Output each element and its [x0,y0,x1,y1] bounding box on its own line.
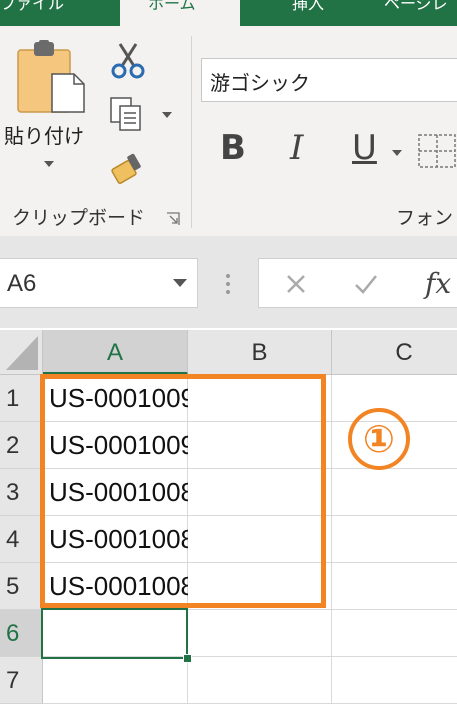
borders-icon[interactable] [417,133,457,169]
confirm-check-icon[interactable] [353,273,379,295]
row-header-5[interactable]: 5 [0,563,43,610]
cell-c3[interactable] [332,469,457,516]
row-header-7[interactable]: 7 [0,657,43,704]
tab-file[interactable]: ファイル [0,0,64,14]
format-painter-brush-icon[interactable] [110,150,148,188]
paste-button[interactable]: 貼り付け [0,36,100,186]
insert-function-fx-icon[interactable]: fx [425,267,451,300]
tab-page-layout[interactable]: ページレ [384,0,448,14]
copy-button[interactable] [106,96,176,136]
font-name-value: 游ゴシック [210,71,310,95]
name-box-value: A6 [7,270,37,297]
cancel-x-icon[interactable] [285,273,307,295]
dialog-launcher-icon[interactable] [166,212,180,226]
formula-input[interactable]: fx [258,258,457,308]
column-header-b[interactable]: B [188,330,332,375]
font-group-label: フォント [396,207,457,229]
tab-home-label: ホーム [148,0,196,13]
underline-button[interactable]: U [352,128,377,168]
tab-insert[interactable]: 挿入 [292,0,324,14]
italic-button[interactable]: I [290,128,303,168]
annotation-circled-number: ① [348,408,410,470]
annotation-highlight-box [40,374,326,608]
fill-handle[interactable] [183,654,192,663]
row-header-4[interactable]: 4 [0,516,43,563]
name-box-dropdown-icon[interactable] [173,279,187,287]
tab-home[interactable]: ホーム [120,0,240,26]
cell-c5[interactable] [332,563,457,610]
ribbon-group-divider [191,36,192,228]
cell-b7[interactable] [188,657,332,704]
ribbon-tab-bar: ファイル ホーム 挿入 ページレ [0,0,457,26]
column-header-a[interactable]: A [43,330,188,375]
font-name-combobox[interactable]: 游ゴシック [201,58,457,102]
active-cell-outline [41,608,188,659]
cell-c6[interactable] [332,610,457,657]
cell-b6[interactable] [188,610,332,657]
name-box[interactable]: A6 [0,258,198,308]
cell-a7[interactable] [43,657,188,704]
row-header-1[interactable]: 1 [0,375,43,422]
select-all-triangle-icon [6,336,38,370]
copy-dropdown-icon[interactable] [162,112,172,118]
copy-icon [110,97,141,131]
formula-bar-splitter-icon[interactable] [224,272,232,296]
clipboard-paste-icon [17,40,85,113]
bold-button[interactable]: B [220,128,246,168]
cut-scissors-icon[interactable] [110,42,146,80]
paste-label: 貼り付け [4,124,84,148]
row-header-3[interactable]: 3 [0,469,43,516]
select-all-corner[interactable] [0,330,43,375]
paste-dropdown-icon[interactable] [44,161,54,167]
cell-c4[interactable] [332,516,457,563]
row-header-2[interactable]: 2 [0,422,43,469]
clipboard-group-label: クリップボード [12,207,146,229]
column-header-c[interactable]: C [332,330,457,375]
underline-dropdown-icon[interactable] [392,150,402,156]
row-header-6[interactable]: 6 [0,610,43,657]
cell-c7[interactable] [332,657,457,704]
